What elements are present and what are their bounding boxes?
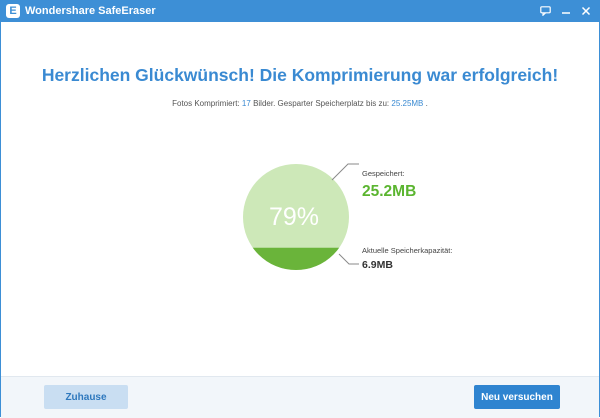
chat-icon[interactable] [538, 4, 552, 18]
summary-suffix: . [425, 99, 428, 108]
saved-space-amount: 25.25MB [391, 99, 424, 108]
compression-summary: Fotos Komprimiert: 17 Bilder. Gesparter … [1, 99, 599, 108]
saved-leader-line [331, 163, 359, 181]
app-logo-letter: E [9, 5, 17, 17]
retry-button[interactable]: Neu versuchen [474, 385, 560, 409]
summary-prefix: Fotos Komprimiert: [172, 99, 240, 108]
app-logo-icon: E [6, 4, 20, 18]
summary-middle: Bilder. Gesparter Speicherplatz bis zu: [253, 99, 390, 108]
current-leader-line [338, 253, 359, 265]
app-window: E Wondershare SafeEraser Herzlichen Glüc… [0, 0, 600, 418]
current-capacity-label: Aktuelle Speicherkapazität: [362, 246, 452, 255]
current-capacity-value: 6.9MB [362, 259, 393, 271]
footer-bar: Zuhause Neu versuchen [1, 376, 599, 418]
success-heading: Herzlichen Glückwünsch! Die Komprimierun… [41, 65, 559, 85]
savings-pie-chart: 79% Gespeichert: 25.2MB Aktuelle Speiche… [243, 163, 452, 271]
home-button[interactable]: Zuhause [44, 385, 128, 409]
saved-label: Gespeichert: [362, 169, 405, 178]
title-bar: E Wondershare SafeEraser [1, 1, 599, 22]
photo-count: 17 [241, 99, 251, 108]
pie-remaining-fill [243, 247, 349, 270]
app-title: Wondershare SafeEraser [25, 5, 156, 17]
saved-value: 25.2MB [362, 183, 416, 200]
minimize-icon[interactable] [559, 4, 573, 18]
percent-label: 79% [269, 203, 319, 231]
close-icon[interactable] [579, 4, 593, 18]
